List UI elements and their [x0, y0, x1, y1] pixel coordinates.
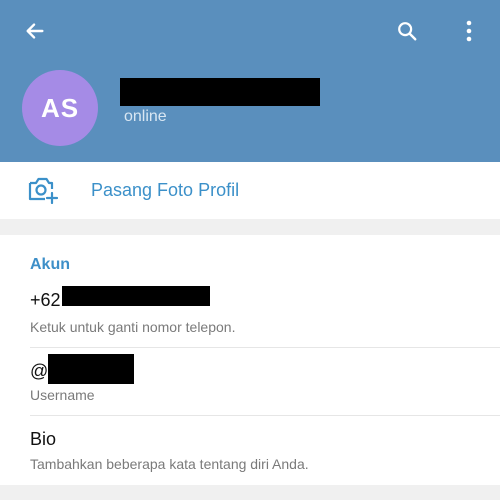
camera-plus-icon: [28, 177, 59, 204]
username-row[interactable]: @ Username: [0, 348, 500, 414]
avatar[interactable]: AS: [22, 70, 98, 146]
username-prefix: @: [30, 361, 49, 381]
search-icon: [398, 22, 417, 41]
phone-row[interactable]: +62 Ketuk untuk ganti nomor telepon.: [0, 283, 500, 347]
bio-row[interactable]: Bio Tambahkan beberapa kata tentang diri…: [0, 416, 500, 485]
profile-name-redacted: [120, 78, 320, 106]
more-options-button[interactable]: [449, 11, 489, 51]
set-profile-photo-label: Pasang Foto Profil: [91, 180, 240, 200]
account-section-title: Akun: [30, 256, 70, 273]
profile-header: AS online: [0, 0, 500, 162]
arrow-left-icon: [26, 23, 44, 39]
account-section: Akun +62 Ketuk untuk ganti nomor telepon…: [0, 235, 500, 485]
bio-hint: Tambahkan beberapa kata tentang diri And…: [30, 456, 309, 472]
more-vertical-icon: [466, 20, 472, 42]
phone-prefix: +62: [30, 290, 61, 310]
set-profile-photo-button[interactable]: Pasang Foto Profil: [0, 162, 500, 219]
username-redacted: [48, 354, 134, 384]
back-button[interactable]: [15, 11, 55, 51]
bio-label: Bio: [30, 429, 57, 449]
avatar-initials: AS: [40, 92, 80, 123]
online-status: online: [124, 108, 167, 125]
bottom-spacer: [0, 485, 500, 500]
search-button[interactable]: [387, 11, 427, 51]
username-hint: Username: [30, 387, 95, 403]
phone-number-redacted: [62, 286, 210, 306]
phone-hint: Ketuk untuk ganti nomor telepon.: [30, 319, 236, 335]
